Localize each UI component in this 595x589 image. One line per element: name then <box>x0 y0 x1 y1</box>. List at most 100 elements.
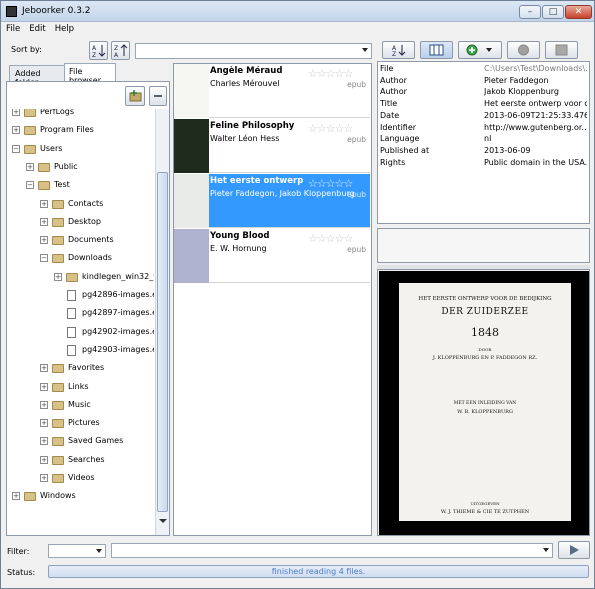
tree-item[interactable]: + Documents <box>8 233 154 247</box>
tree-item[interactable]: pg42896-images.epu <box>8 288 154 302</box>
collapse-icon[interactable]: − <box>12 144 20 153</box>
save-metadata-button[interactable] <box>545 41 578 59</box>
minimize-button[interactable]: – <box>519 5 541 19</box>
tree-item[interactable]: − Users <box>8 142 154 156</box>
metadata-row[interactable]: Identifier http://www.gutenberg.or... <box>378 122 591 134</box>
expand-icon[interactable]: + <box>12 126 20 135</box>
expand-icon[interactable]: + <box>40 382 48 391</box>
tab-added-folder[interactable]: Added folder <box>9 65 65 87</box>
metadata-row[interactable]: Author Jakob Kloppenburg <box>378 86 591 98</box>
metadata-value[interactable]: Public domain in the USA. <box>484 157 587 169</box>
tree-item[interactable]: + Favorites <box>8 361 154 375</box>
metadata-value[interactable]: Pieter Faddegon <box>484 75 587 87</box>
filter-field-select[interactable] <box>48 544 106 558</box>
apply-filter-button[interactable] <box>558 541 590 559</box>
metadata-row[interactable]: Date 2013-06-09T21:25:33.476... <box>378 110 591 122</box>
tree-item[interactable]: + Desktop <box>8 215 154 229</box>
remove-metadata-button[interactable] <box>507 41 540 59</box>
rating-stars[interactable]: ☆☆☆☆☆ <box>308 177 353 190</box>
tree-item[interactable]: + kindlegen_win32_v2_ <box>8 270 154 284</box>
metadata-row[interactable]: Rights Public domain in the USA. <box>378 157 591 169</box>
tree-item[interactable]: + Saved Games <box>8 434 154 448</box>
tree-item[interactable]: pg42897-images.epu <box>8 306 154 320</box>
tree-item[interactable]: + Contacts <box>8 197 154 211</box>
sort-label: Sort by: <box>11 45 42 54</box>
expand-icon[interactable]: + <box>40 364 48 373</box>
expand-icon[interactable]: + <box>40 217 48 226</box>
tree-item[interactable]: pg42903-images.epu <box>8 343 154 357</box>
folder-tree[interactable]: + PerfLogs + Program Files − Users + Public − Tes… <box>8 109 154 509</box>
book-row[interactable]: Feline Philosophy Walter Léon Hess ☆☆☆☆☆ ep… <box>174 119 370 173</box>
tree-item[interactable]: + PerfLogs <box>8 109 154 119</box>
metadata-row[interactable]: Published at 2013-06-09 <box>378 145 591 157</box>
menu-file[interactable]: File <box>1 22 24 34</box>
metadata-value[interactable]: C:\Users\Test\Downloads\... <box>484 63 587 75</box>
rating-stars[interactable]: ☆☆☆☆☆ <box>308 122 353 135</box>
metadata-row[interactable]: File C:\Users\Test\Downloads\... <box>378 63 591 75</box>
tree-item[interactable]: + Links <box>8 380 154 394</box>
book-row[interactable]: Het eerste ontwerp v... Pieter Faddegon, … <box>174 174 370 228</box>
cover-line-2: DER ZUIDERZEE <box>441 307 529 317</box>
tree-item-label: Program Files <box>40 125 94 135</box>
sort-ascending-button[interactable]: AZ <box>89 41 108 60</box>
tree-item-label: D:\ <box>10 508 22 509</box>
expand-icon[interactable]: + <box>12 492 20 501</box>
add-folder-button[interactable] <box>125 86 145 106</box>
view-mode-button[interactable] <box>420 41 453 59</box>
folder-icon <box>52 199 64 209</box>
tree-item[interactable]: + Public <box>8 160 154 174</box>
expand-icon[interactable]: + <box>12 109 20 116</box>
metadata-sort-button[interactable]: AZ <box>382 41 415 59</box>
expand-icon[interactable]: + <box>40 419 48 428</box>
expand-icon[interactable]: + <box>26 162 34 171</box>
rating-stars[interactable]: ☆☆☆☆☆ <box>308 232 353 245</box>
menu-edit[interactable]: Edit <box>24 22 49 34</box>
filter-input[interactable] <box>111 543 553 558</box>
tree-item[interactable]: − Downloads <box>8 251 154 265</box>
tree-scrollbar-thumb[interactable] <box>157 172 168 512</box>
collapse-icon[interactable]: − <box>40 254 48 263</box>
remove-folder-button[interactable] <box>149 86 167 106</box>
metadata-value[interactable]: http://www.gutenberg.or... <box>484 122 587 134</box>
collapse-icon[interactable]: − <box>26 181 34 190</box>
menu-help[interactable]: Help <box>50 22 78 34</box>
tree-item[interactable]: + Pictures <box>8 416 154 430</box>
metadata-row[interactable]: Language nl <box>378 133 591 145</box>
tree-item[interactable]: − Test <box>8 178 154 192</box>
metadata-row[interactable]: Author Pieter Faddegon <box>378 75 591 87</box>
maximize-button[interactable]: □ <box>542 5 564 19</box>
sort-descending-button[interactable]: ZA <box>111 41 130 60</box>
tree-item[interactable]: D:\ <box>8 508 154 509</box>
expand-icon[interactable]: + <box>40 437 48 446</box>
book-row[interactable]: Angèle Méraud Charles Mérouvel ☆☆☆☆☆ epub <box>174 64 370 118</box>
close-button[interactable]: ✕ <box>565 5 592 19</box>
metadata-value[interactable]: 2013-06-09T21:25:33.476... <box>484 110 587 122</box>
tab-file-browser[interactable]: File browser <box>64 63 116 85</box>
expand-icon[interactable]: + <box>40 474 48 482</box>
book-row[interactable]: Young Blood E. W. Hornung ☆☆☆☆☆ epub <box>174 229 370 283</box>
expand-icon[interactable]: + <box>40 400 48 409</box>
expand-icon[interactable]: + <box>40 236 48 245</box>
expand-icon[interactable]: + <box>54 272 62 281</box>
add-metadata-button[interactable] <box>458 41 502 59</box>
expand-icon[interactable]: + <box>40 455 48 464</box>
tree-item[interactable]: pg42902-images.epu <box>8 325 154 339</box>
sort-field-select[interactable] <box>135 43 372 59</box>
scroll-down-icon[interactable] <box>159 519 167 523</box>
tree-item[interactable]: + Program Files <box>8 123 154 137</box>
tree-item[interactable]: + Windows <box>8 489 154 503</box>
tree-item[interactable]: + Searches <box>8 453 154 467</box>
svg-text:Z: Z <box>392 51 396 58</box>
metadata-row[interactable]: Title Het eerste ontwerp voor d... <box>378 98 591 110</box>
tree-item-label: Users <box>40 143 63 153</box>
cover-image: HET EERSTE ONTWERP VOOR DE BEDIJKING DER… <box>379 271 589 535</box>
tree-item[interactable]: + Music <box>8 398 154 412</box>
tree-scrollbar[interactable] <box>155 109 169 535</box>
metadata-value[interactable]: Het eerste ontwerp voor d... <box>484 98 587 110</box>
tree-item[interactable]: + Videos <box>8 471 154 485</box>
metadata-value[interactable]: 2013-06-09 <box>484 145 587 157</box>
rating-stars[interactable]: ☆☆☆☆☆ <box>308 67 353 80</box>
expand-icon[interactable]: + <box>40 199 48 208</box>
metadata-value[interactable]: Jakob Kloppenburg <box>484 86 587 98</box>
metadata-value[interactable]: nl <box>484 133 587 145</box>
